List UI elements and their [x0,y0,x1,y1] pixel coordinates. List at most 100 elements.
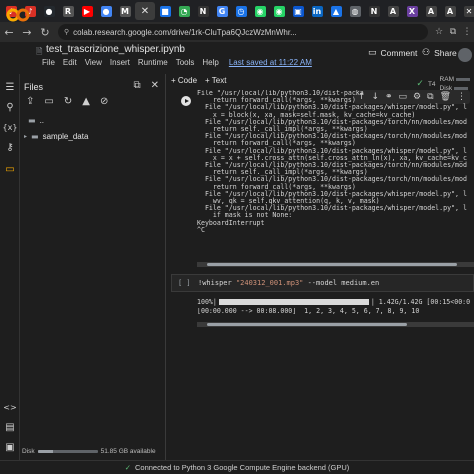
menu-item-tools[interactable]: Tools [172,58,199,67]
secrets-key-icon[interactable]: ⚷ [3,140,17,154]
files-panel-title: Files [24,82,44,92]
share-button[interactable]: ⚇ Share [422,48,457,58]
extensions-icon[interactable]: ⧉ [446,22,460,42]
browser-tab[interactable]: in [308,2,326,20]
disk-usage-fill [37,450,53,453]
browser-tab[interactable]: ● [97,2,115,20]
browser-tab[interactable]: A [441,2,459,20]
comment-label: Comment [380,48,418,58]
comment-button[interactable]: ▭ Comment [368,48,417,58]
progress-stats: | 1.42G/1.42G [00:15<00:0 [370,298,471,306]
tab-favicon-icon: N [368,5,380,17]
notebook-title[interactable]: test_trascrizione_whisper.ipynb [46,44,185,55]
download-progress: 100%| | 1.42G/1.42G [00:15<00:0 [197,298,474,306]
upload-file-icon[interactable]: ⇪ [26,96,34,107]
tab-favicon-icon: ✕ [463,5,474,17]
browser-tab[interactable]: R [59,2,77,20]
tab-favicon-icon: A [425,5,437,17]
tab-favicon-icon: ▶ [81,5,93,17]
code-cell-2[interactable]: [ ] !whisper "240312_001.mp3" --model me… [171,274,474,292]
last-saved-link[interactable]: Last saved at 11:22 AM [225,58,316,67]
mount-drive-icon[interactable]: ▲ [82,96,90,107]
avatar[interactable] [458,48,472,62]
tab-favicon-icon: ◔ [178,5,190,17]
ram-meter [456,78,470,81]
browser-tab[interactable]: ✕ [460,2,474,20]
browser-tab[interactable]: ◉ [251,2,269,20]
tab-favicon-icon: N [197,5,209,17]
tree-item-label: sample_data [42,132,89,141]
menu-item-edit[interactable]: Edit [59,58,81,67]
url-field[interactable]: ⚲ colab.research.google.com/drive/1rk-Cl… [58,24,428,40]
new-folder-icon[interactable]: ▭ [44,96,53,107]
tree-item-label: .. [39,116,45,125]
add-code-button[interactable]: + Code [171,76,197,85]
browser-tab[interactable]: ◉ [270,2,288,20]
cell-2-code[interactable]: !whisper "240312_001.mp3" --model medium… [198,279,379,287]
menu-item-file[interactable]: File [38,58,59,67]
tab-favicon-icon: ◍ [349,5,361,17]
bookmark-star-icon[interactable]: ☆ [432,22,446,42]
command-palette-icon[interactable]: ▤ [3,420,17,434]
tab-favicon-icon: ◉ [254,5,266,17]
add-text-button[interactable]: + Text [205,76,226,85]
hide-files-icon[interactable]: ⊘ [100,96,108,107]
output-horizontal-scrollbar[interactable] [197,262,474,267]
browser-tab[interactable]: ◍ [346,2,364,20]
back-icon[interactable]: ← [0,22,18,42]
menu-item-insert[interactable]: Insert [106,58,134,67]
ram-label: RAM [439,76,454,83]
disk-available-text: 51.85 GB available [100,448,156,455]
browser-tab[interactable]: ▶ [78,2,96,20]
browser-tab[interactable]: ● [40,2,58,20]
code-snippets-icon[interactable]: <> [3,400,17,414]
browser-tab[interactable]: M [116,2,134,20]
browser-tab[interactable]: A [384,2,402,20]
folder-icon: ▬ [28,116,36,125]
browser-tab[interactable]: X [403,2,421,20]
code-command: !whisper [198,279,236,287]
browser-tab[interactable]: ✕ [135,2,155,20]
cell-2-exec-label[interactable]: [ ] [178,279,191,287]
refresh-icon[interactable]: ↻ [64,96,72,107]
tree-item-parent[interactable]: ▬ .. [28,116,44,125]
browser-tab[interactable]: ■ [156,2,174,20]
left-rail: ☰ ⚲ {x} ⚷ ▭ <> ▤ ▣ [0,74,20,460]
chevron-right-icon[interactable]: ▸ [24,133,27,140]
browser-tab[interactable]: ◔ [175,2,193,20]
tab-favicon-icon: X [406,5,418,17]
menu-item-runtime[interactable]: Runtime [134,58,172,67]
browser-tab[interactable]: ▣ [289,2,307,20]
forward-icon[interactable]: → [18,22,36,42]
files-folder-icon[interactable]: ▭ [3,162,17,176]
close-panel-icon[interactable]: ✕ [151,80,159,91]
table-of-contents-icon[interactable]: ☰ [3,80,17,94]
open-in-tab-icon[interactable]: ⧉ [133,80,140,91]
browser-tab[interactable]: G [213,2,231,20]
browser-tab[interactable]: ◷ [232,2,250,20]
browser-tab-strip: ♪ ♪ ● R ▶ ● M ✕ ■ ◔ N G ◷ ◉ ◉ ▣ in ▲ ◍ N A X A A ✕ [0,0,474,22]
browser-tab[interactable]: N [365,2,383,20]
reload-icon[interactable]: ↻ [36,22,54,42]
browser-tab[interactable]: N [194,2,212,20]
site-info-icon[interactable]: ⚲ [64,28,69,36]
colab-logo-icon[interactable] [6,6,30,24]
output-2-horizontal-scrollbar[interactable] [197,322,474,327]
terminal-icon[interactable]: ▣ [3,440,17,454]
scrollbar-thumb[interactable] [207,263,457,266]
star-icon[interactable]: ☆ [176,44,184,54]
cell-1-output: File "/usr/local/lib/python3.10/dist-pac… [197,90,467,234]
browser-tab[interactable]: ▲ [327,2,345,20]
tree-item-sample-data[interactable]: ▸ ▬ sample_data [24,132,88,141]
search-icon[interactable]: ⚲ [3,100,17,114]
transcript-line: [00:00.000 --> 00:08.000] 1, 2, 3, 4, 5,… [197,308,420,315]
progress-percent: 100%| [197,298,217,306]
menu-item-view[interactable]: View [81,58,106,67]
scrollbar-thumb[interactable] [207,323,407,326]
menu-kebab-icon[interactable]: ⋮ [460,22,474,42]
code-string-literal: "240312_001.mp3" [235,279,304,287]
menu-item-help[interactable]: Help [198,58,222,67]
browser-tab[interactable]: A [422,2,440,20]
variables-icon[interactable]: {x} [3,120,18,134]
run-cell-button[interactable] [181,96,191,106]
